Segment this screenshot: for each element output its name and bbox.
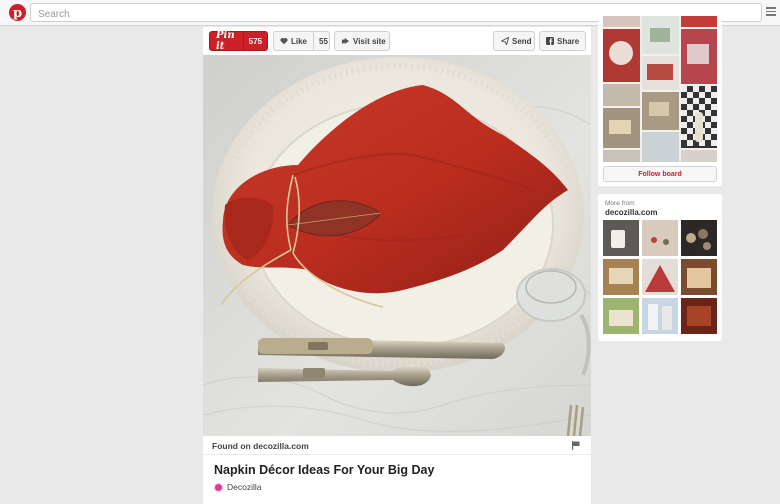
send-icon <box>501 37 509 45</box>
like-count: 55 <box>319 36 328 46</box>
pin-source[interactable]: Decozilla <box>214 482 262 492</box>
pin-action-bar: Pin it 575 Like 55 Visit site Send Share <box>203 27 591 55</box>
board-thumbnails[interactable] <box>603 16 717 162</box>
share-button[interactable]: Share <box>539 31 586 51</box>
pin-title[interactable]: Napkin Décor Ideas For Your Big Day <box>214 463 434 477</box>
visit-site-icon <box>341 37 350 45</box>
pin-it-button[interactable]: Pin it 575 <box>209 30 268 52</box>
pin-it-label: Pin it <box>210 30 244 52</box>
pinterest-logo-icon[interactable]: p <box>9 4 26 21</box>
pin-it-count: 575 <box>248 36 262 46</box>
like-button[interactable]: Like 55 <box>273 31 330 51</box>
follow-board-button[interactable]: Follow board <box>603 166 717 182</box>
found-on-bar: Found on decozilla.com <box>203 436 591 455</box>
source-name: Decozilla <box>227 482 262 492</box>
heart-icon <box>280 37 288 45</box>
source-avatar <box>214 482 223 492</box>
visit-site-label: Visit site <box>353 36 386 46</box>
send-button[interactable]: Send <box>493 31 535 51</box>
send-label: Send <box>512 36 532 46</box>
share-icon <box>546 37 554 45</box>
found-on-label[interactable]: Found on decozilla.com <box>212 441 309 451</box>
more-from-card: More from decozilla.com <box>598 194 722 341</box>
more-from-source[interactable]: decozilla.com <box>605 208 657 217</box>
svg-text:p: p <box>13 6 22 21</box>
more-from-label: More from <box>605 200 635 207</box>
more-from-thumbnails[interactable] <box>603 220 717 334</box>
share-label: Share <box>557 36 580 46</box>
like-label: Like <box>291 36 308 46</box>
pin-image[interactable] <box>203 55 591 436</box>
visit-site-button[interactable]: Visit site <box>334 31 390 51</box>
board-card: Follow board <box>598 16 722 186</box>
menu-icon[interactable] <box>766 7 776 17</box>
flag-icon[interactable] <box>572 441 580 450</box>
pin-card: Pin it 575 Like 55 Visit site Send Share <box>203 27 591 504</box>
